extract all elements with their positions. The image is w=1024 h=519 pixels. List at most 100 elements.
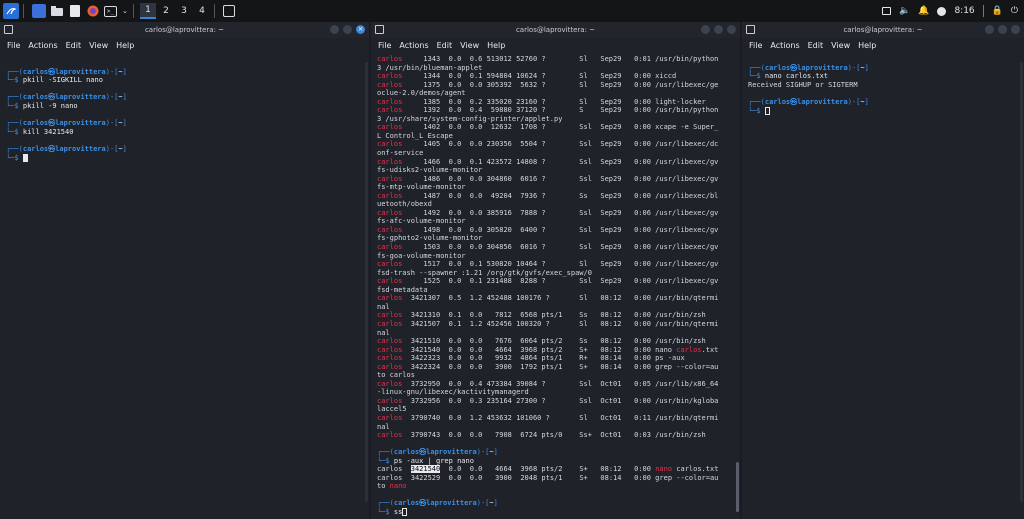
menu-file[interactable]: File — [378, 41, 391, 50]
ps-line: onf-service — [377, 149, 424, 158]
workspace-3[interactable]: 3 — [176, 3, 192, 19]
firefox-icon[interactable] — [86, 4, 100, 18]
ps-line: carlos 1487 0.0 0.0 49204 7936 ? Ss Sep2… — [377, 191, 719, 200]
ps-line: nal — [377, 302, 390, 311]
command-text: pkill -SIGKILL nano — [22, 76, 103, 85]
prompt-user: carlos — [764, 97, 791, 106]
maximize-button[interactable] — [343, 25, 352, 34]
folder-icon[interactable] — [50, 4, 64, 18]
close-button[interactable]: × — [356, 25, 365, 34]
workspace-2[interactable]: 2 — [158, 3, 174, 19]
prompt-user: carlos — [393, 448, 420, 457]
prompt-user: carlos — [22, 67, 49, 76]
close-button[interactable] — [1011, 25, 1020, 34]
chevron-down-icon[interactable]: ⌄ — [121, 4, 129, 18]
menu-edit[interactable]: Edit — [437, 41, 453, 50]
prompt-user: carlos — [22, 144, 49, 153]
terminal-output[interactable]: ┌──(carlos㉿laprovittera)-[~] └─$ pkill -… — [0, 53, 369, 164]
workspace-4[interactable]: 4 — [194, 3, 210, 19]
menu-help[interactable]: Help — [487, 41, 505, 50]
menu-edit[interactable]: Edit — [66, 41, 82, 50]
prompt-user: carlos — [22, 93, 49, 102]
ps-line: carlos 3732950 0.0 0.4 473384 39084 ? Ss… — [377, 379, 719, 388]
ps-line: carlos 1405 0.0 0.0 230356 5504 ? Ssl Se… — [377, 140, 719, 149]
ps-output: carlos 1343 0.0 0.6 513012 52760 ? Sl Se… — [377, 55, 734, 440]
prompt-host: laprovittera — [55, 93, 106, 102]
prompt-host: laprovittera — [55, 144, 106, 153]
ps-line: nal — [377, 422, 390, 431]
clock-icon[interactable] — [937, 6, 947, 16]
terminal-window-middle[interactable]: carlos@laprovittera: ~ File Actions Edit… — [371, 22, 740, 519]
prompt-user: carlos — [764, 63, 791, 72]
ps-line: carlos 1466 0.0 0.1 423572 14808 ? Ssl S… — [377, 157, 719, 166]
ps-line: carlos 3421307 0.5 1.2 452488 100176 ? S… — [377, 294, 719, 303]
power-icon[interactable]: ⏻ — [1011, 6, 1018, 16]
ps-line: carlos 3421507 0.1 1.2 452456 100320 ? S… — [377, 319, 719, 328]
ps-line: carlos 3421540 0.0 0.0 4664 3968 pts/2 S… — [377, 345, 719, 354]
app-icon[interactable] — [32, 4, 46, 18]
terminal-icon[interactable]: >_ — [104, 5, 117, 17]
screenshot-icon[interactable] — [223, 5, 235, 17]
window-icon[interactable] — [882, 7, 891, 15]
menu-file[interactable]: File — [7, 41, 20, 50]
clock-text[interactable]: 8:16 — [954, 6, 974, 16]
volume-icon[interactable]: 🔈 — [899, 6, 910, 16]
text-cursor — [22, 153, 28, 162]
kali-menu-icon[interactable] — [3, 3, 19, 19]
menu-view[interactable]: View — [460, 41, 479, 50]
terminal-window-right[interactable]: carlos@laprovittera: ~ File Actions Edit… — [742, 22, 1024, 519]
menu-actions[interactable]: Actions — [28, 41, 57, 50]
minimize-button[interactable] — [701, 25, 710, 34]
ps-line: fs-afc-volume-monitor — [377, 217, 466, 226]
ps-line: fsd-trash --spawner :1.21 /org/gtk/gvfs/… — [377, 268, 592, 277]
minimize-button[interactable] — [985, 25, 994, 34]
close-button[interactable] — [727, 25, 736, 34]
window-titlebar[interactable]: carlos@laprovittera: ~ — [371, 22, 740, 38]
ps-line: carlos 1344 0.0 0.1 594804 10624 ? Sl Se… — [377, 72, 677, 81]
menu-edit[interactable]: Edit — [808, 41, 824, 50]
menu-file[interactable]: File — [749, 41, 762, 50]
prompt-host: laprovittera — [797, 97, 848, 106]
ps-line: fs-udisks2-volume-monitor — [377, 166, 483, 175]
terminal-output[interactable]: ┌──(carlos㉿laprovittera)-[~] └─$ nano ca… — [742, 53, 1024, 117]
ps-line: fsd-metadata — [377, 285, 428, 294]
terminal-icon — [4, 25, 13, 34]
text-editor-icon[interactable] — [68, 4, 82, 18]
terminal-window-left[interactable]: carlos@laprovittera: ~ × File Actions Ed… — [0, 22, 369, 519]
ps-line: carlos 1343 0.0 0.6 513012 52760 ? Sl Se… — [377, 55, 719, 63]
text-cursor — [402, 507, 408, 516]
bell-icon[interactable]: 🔔 — [918, 6, 929, 16]
ps-line: carlos 1375 0.0 0.0 305392 5632 ? Sl Sep… — [377, 80, 719, 89]
lock-icon[interactable]: 🔒 — [992, 6, 1003, 16]
grep-line-1: carlos 3421540 0.0 0.0 4664 3968 pts/2 S… — [377, 465, 719, 474]
ps-line: carlos 3421310 0.1 0.0 7812 6568 pts/1 S… — [377, 311, 706, 320]
menu-actions[interactable]: Actions — [770, 41, 799, 50]
scrollbar[interactable] — [365, 62, 368, 502]
text-cursor — [764, 106, 770, 115]
maximize-button[interactable] — [714, 25, 723, 34]
window-titlebar[interactable]: carlos@laprovittera: ~ — [742, 22, 1024, 38]
menubar: File Actions Edit View Help — [742, 38, 1024, 53]
menu-view[interactable]: View — [831, 41, 850, 50]
menu-actions[interactable]: Actions — [399, 41, 428, 50]
ps-line: carlos 1392 0.0 0.4 59880 37120 ? S Sep2… — [377, 106, 719, 115]
maximize-button[interactable] — [998, 25, 1007, 34]
ps-line: carlos 3422324 0.0 0.0 3900 1792 pts/1 S… — [377, 362, 719, 371]
window-titlebar[interactable]: carlos@laprovittera: ~ × — [0, 22, 369, 38]
minimize-button[interactable] — [330, 25, 339, 34]
menu-help[interactable]: Help — [858, 41, 876, 50]
ps-line: laccel5 — [377, 405, 407, 414]
command-text: pkill -9 nano — [22, 101, 78, 110]
prompt-user: carlos — [22, 119, 49, 128]
scrollbar-thumb[interactable] — [736, 462, 739, 512]
ps-line: carlos 3421510 0.0 0.0 7676 6064 pts/2 S… — [377, 337, 706, 346]
workspace-1[interactable]: 1 — [140, 3, 156, 19]
ps-line: carlos 1385 0.0 0.2 335020 23160 ? Sl Se… — [377, 97, 706, 106]
menu-view[interactable]: View — [89, 41, 108, 50]
prompt-host: laprovittera — [55, 119, 106, 128]
terminal-output[interactable]: carlos 1343 0.0 0.6 513012 52760 ? Sl Se… — [371, 53, 740, 519]
scrollbar[interactable] — [1020, 62, 1023, 502]
terminal-icon — [746, 25, 755, 34]
ps-line: carlos 3790740 0.0 1.2 453632 101060 ? S… — [377, 413, 719, 422]
menu-help[interactable]: Help — [116, 41, 134, 50]
